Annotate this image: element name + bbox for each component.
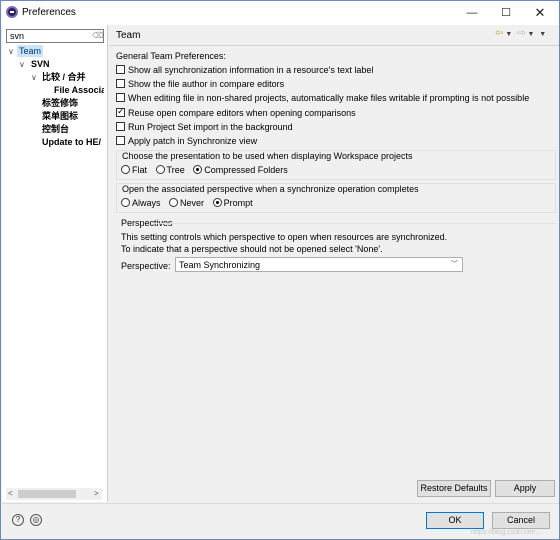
perspectives-divider [153,223,556,224]
radio-prompt[interactable]: Prompt [212,198,253,208]
scroll-right-icon[interactable]: > [94,488,99,500]
perspective-switch-options: Always Never Prompt [121,198,259,208]
forward-dropdown-icon[interactable]: ▼ [528,31,535,38]
radio-button[interactable] [121,165,130,174]
checkbox-box[interactable] [116,136,125,145]
radio-label: Always [132,198,161,208]
tree-item-update-to-head[interactable]: Update to HE/ [42,136,104,148]
radio-button[interactable] [212,198,222,207]
minimize-button[interactable]: — [455,3,489,23]
back-dropdown-icon[interactable]: ▼ [505,31,512,38]
import-export-icon[interactable]: ◎ [30,514,42,526]
perspective-field-label: Perspective: [121,261,171,271]
radio-button[interactable] [121,198,130,207]
forward-arrow-icon[interactable]: ⇨ [517,28,525,39]
scroll-left-icon[interactable]: < [8,488,13,500]
group-title: Open the associated perspective when a s… [122,184,419,194]
presentation-options: Flat Tree Compressed Folders [121,165,294,175]
radio-always[interactable]: Always [121,198,161,208]
help-icon[interactable]: ? [12,514,24,526]
radio-label: Flat [132,165,148,175]
checkbox-run-project-set[interactable]: Run Project Set import in the background [116,122,293,133]
tree-item-console[interactable]: 控制台 [42,123,69,135]
checkbox-make-writable[interactable]: When editing file in non-shared projects… [116,93,529,104]
radio-label: Prompt [223,198,253,208]
perspective-switch-group: Open the associated perspective when a s… [116,183,556,213]
checkbox-label: Apply patch in Synchronize view [128,136,258,146]
checkbox-label: Show the file author in compare editors [128,79,285,89]
scrollbar-thumb[interactable] [18,490,76,498]
description-line: To indicate that a perspective should no… [121,244,383,254]
checkbox-box[interactable] [116,106,125,117]
tree-horizontal-scrollbar[interactable]: < > [6,488,102,500]
section-label: General Team Preferences: [116,51,226,61]
maximize-button[interactable]: ☐ [489,3,523,23]
radio-label: Compressed Folders [204,165,288,175]
radio-label: Tree [166,165,185,175]
tree-item-file-associations[interactable]: File Associa [54,84,104,96]
checkbox-label: When editing file in non-shared projects… [128,93,530,103]
checkbox-box[interactable] [116,122,125,131]
checkbox-show-sync-info[interactable]: Show all synchronization information in … [116,65,373,76]
restore-defaults-button[interactable]: Restore Defaults [417,480,491,497]
perspective-select-value: Team Synchronizing [179,260,261,270]
ok-button[interactable]: OK [426,512,484,529]
checkbox-apply-patch[interactable]: Apply patch in Synchronize view [116,136,257,147]
radio-label: Never [180,198,205,208]
clear-filter-icon[interactable]: ⌫ [92,31,103,41]
checkbox-label: Run Project Set import in the background [128,122,293,132]
radio-button[interactable] [193,165,203,174]
tree-item-label-decorations[interactable]: 标签修饰 [42,97,78,109]
radio-compressed-folders[interactable]: Compressed Folders [193,165,288,175]
presentation-group: Choose the presentation to be used when … [116,150,556,180]
filter-input[interactable]: svn ⌫ [6,29,104,43]
checkbox-box[interactable] [116,65,125,74]
checkbox-label: Reuse open compare editors when opening … [128,108,356,118]
expanded-twisty-icon[interactable]: ∨ [19,59,25,71]
title-bar: Preferences — ☐ ✕ [1,1,559,25]
radio-flat[interactable]: Flat [121,165,147,175]
back-arrow-icon[interactable]: ⇦ [495,28,503,39]
checkbox-reuse-compare-editors[interactable]: Reuse open compare editors when opening … [116,106,356,119]
cancel-button[interactable]: Cancel [492,512,550,529]
watermark: https://blog.csdn.net/... [471,529,542,536]
checkbox-box[interactable] [116,93,125,102]
window-title: Preferences [22,7,76,18]
expanded-twisty-icon[interactable]: ∨ [8,46,14,58]
tree-item-menu-icons[interactable]: 菜单图标 [42,110,78,122]
close-button[interactable]: ✕ [523,3,557,23]
page-navigation: ⇦ ▼ ⇨ ▼ ▼ [495,28,548,39]
chevron-down-icon[interactable]: ﹀ [451,260,458,270]
checkbox-label: Show all synchronization information in … [128,65,374,75]
tree-item-svn[interactable]: SVN [31,58,50,70]
view-menu-icon[interactable]: ▼ [539,31,546,38]
description-line: This setting controls which perspective … [121,232,448,242]
radio-tree[interactable]: Tree [155,165,185,175]
expanded-twisty-icon[interactable]: ∨ [31,72,37,84]
perspectives-description: This setting controls which perspective … [121,231,447,255]
radio-button[interactable] [155,165,165,174]
tree-item-team[interactable]: Team [17,45,44,57]
group-title: Choose the presentation to be used when … [122,151,413,161]
perspective-select[interactable]: Team Synchronizing ﹀ [175,257,463,272]
radio-button[interactable] [169,198,179,207]
tree-item-compare-merge[interactable]: 比较 / 合并 [42,71,86,83]
apply-button[interactable]: Apply [495,480,555,497]
checkbox-box[interactable] [116,79,125,88]
radio-never[interactable]: Never [169,198,204,208]
eclipse-icon [6,6,18,18]
checkbox-show-file-author[interactable]: Show the file author in compare editors [116,79,284,90]
title-separator [109,45,559,46]
preference-tree-panel: svn ⌫ ∨ Team ∨ SVN ∨ 比较 / 合并 File Associ… [2,25,108,502]
page-title: Team [116,30,141,41]
filter-input-value: svn [10,31,25,41]
preference-page: Team ⇦ ▼ ⇨ ▼ ▼ General Team Preferences: S… [109,25,559,502]
preferences-window: Preferences — ☐ ✕ svn ⌫ ∨ Team ∨ SVN ∨ 比… [0,0,560,540]
